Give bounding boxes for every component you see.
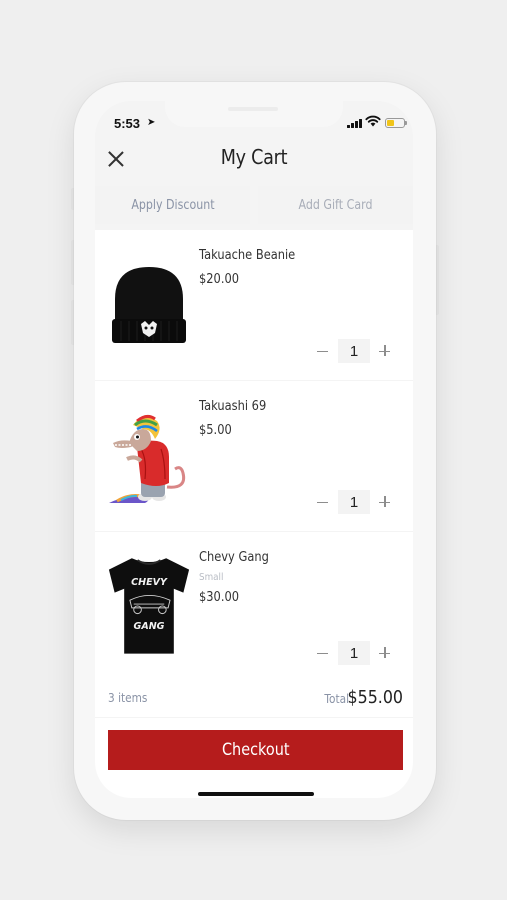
- product-name[interactable]: Takuashi 69: [199, 399, 266, 414]
- cart-summary: 3 items Total $55.00: [95, 681, 413, 717]
- cart-item: CHEVY GANG Chevy Gang Small $30.00 1: [95, 532, 413, 682]
- checkout-area: Checkout: [95, 718, 413, 798]
- decrease-quantity-button[interactable]: [313, 341, 333, 361]
- product-price: $5.00: [199, 423, 232, 438]
- location-arrow-icon: ➤: [147, 117, 156, 128]
- product-image-character[interactable]: [107, 399, 191, 509]
- quantity-stepper: 1: [313, 490, 395, 514]
- product-image-beanie[interactable]: [107, 248, 191, 358]
- cellular-signal-icon: [347, 119, 362, 128]
- quantity-stepper: 1: [313, 641, 395, 665]
- decrease-quantity-button[interactable]: [313, 492, 333, 512]
- cart-item: Takuashi 69 $5.00 1: [95, 381, 413, 531]
- cart-items: Takuache Beanie $20.00 1 Takuashi 69 $5.…: [95, 230, 413, 683]
- decrease-quantity-button[interactable]: [313, 643, 333, 663]
- apply-discount-button[interactable]: Apply Discount: [95, 186, 250, 224]
- quantity-value: 1: [338, 641, 370, 665]
- product-variant: Small: [199, 572, 224, 583]
- header: My Cart: [95, 141, 413, 186]
- cart-item: Takuache Beanie $20.00 1: [95, 230, 413, 380]
- product-price: $20.00: [199, 272, 240, 287]
- total-label: Total: [324, 692, 349, 706]
- increase-quantity-button[interactable]: [375, 643, 395, 663]
- increase-quantity-button[interactable]: [375, 492, 395, 512]
- status-bar: 5:53 ➤: [95, 101, 413, 141]
- product-name[interactable]: Chevy Gang: [199, 550, 269, 565]
- phone-screen: 5:53 ➤ My Cart Apply Discount Add Gift C…: [95, 101, 413, 798]
- svg-text:GANG: GANG: [134, 621, 165, 632]
- add-gift-card-button[interactable]: Add Gift Card: [258, 186, 413, 224]
- status-time: 5:53: [114, 116, 141, 131]
- svg-text:CHEVY: CHEVY: [131, 577, 168, 588]
- page-title: My Cart: [220, 145, 288, 169]
- product-image-tshirt[interactable]: CHEVY GANG: [107, 550, 191, 660]
- checkout-button[interactable]: Checkout: [108, 730, 403, 770]
- wifi-icon: [365, 115, 381, 127]
- home-indicator[interactable]: [198, 792, 314, 796]
- product-price: $30.00: [199, 590, 240, 605]
- increase-quantity-button[interactable]: [375, 341, 395, 361]
- product-name[interactable]: Takuache Beanie: [199, 248, 295, 263]
- cart-actions: Apply Discount Add Gift Card: [95, 186, 413, 224]
- quantity-stepper: 1: [313, 339, 395, 363]
- quantity-value: 1: [338, 339, 370, 363]
- quantity-value: 1: [338, 490, 370, 514]
- items-count: 3 items: [108, 691, 148, 705]
- battery-icon: [385, 118, 407, 128]
- total-value: $55.00: [347, 687, 403, 708]
